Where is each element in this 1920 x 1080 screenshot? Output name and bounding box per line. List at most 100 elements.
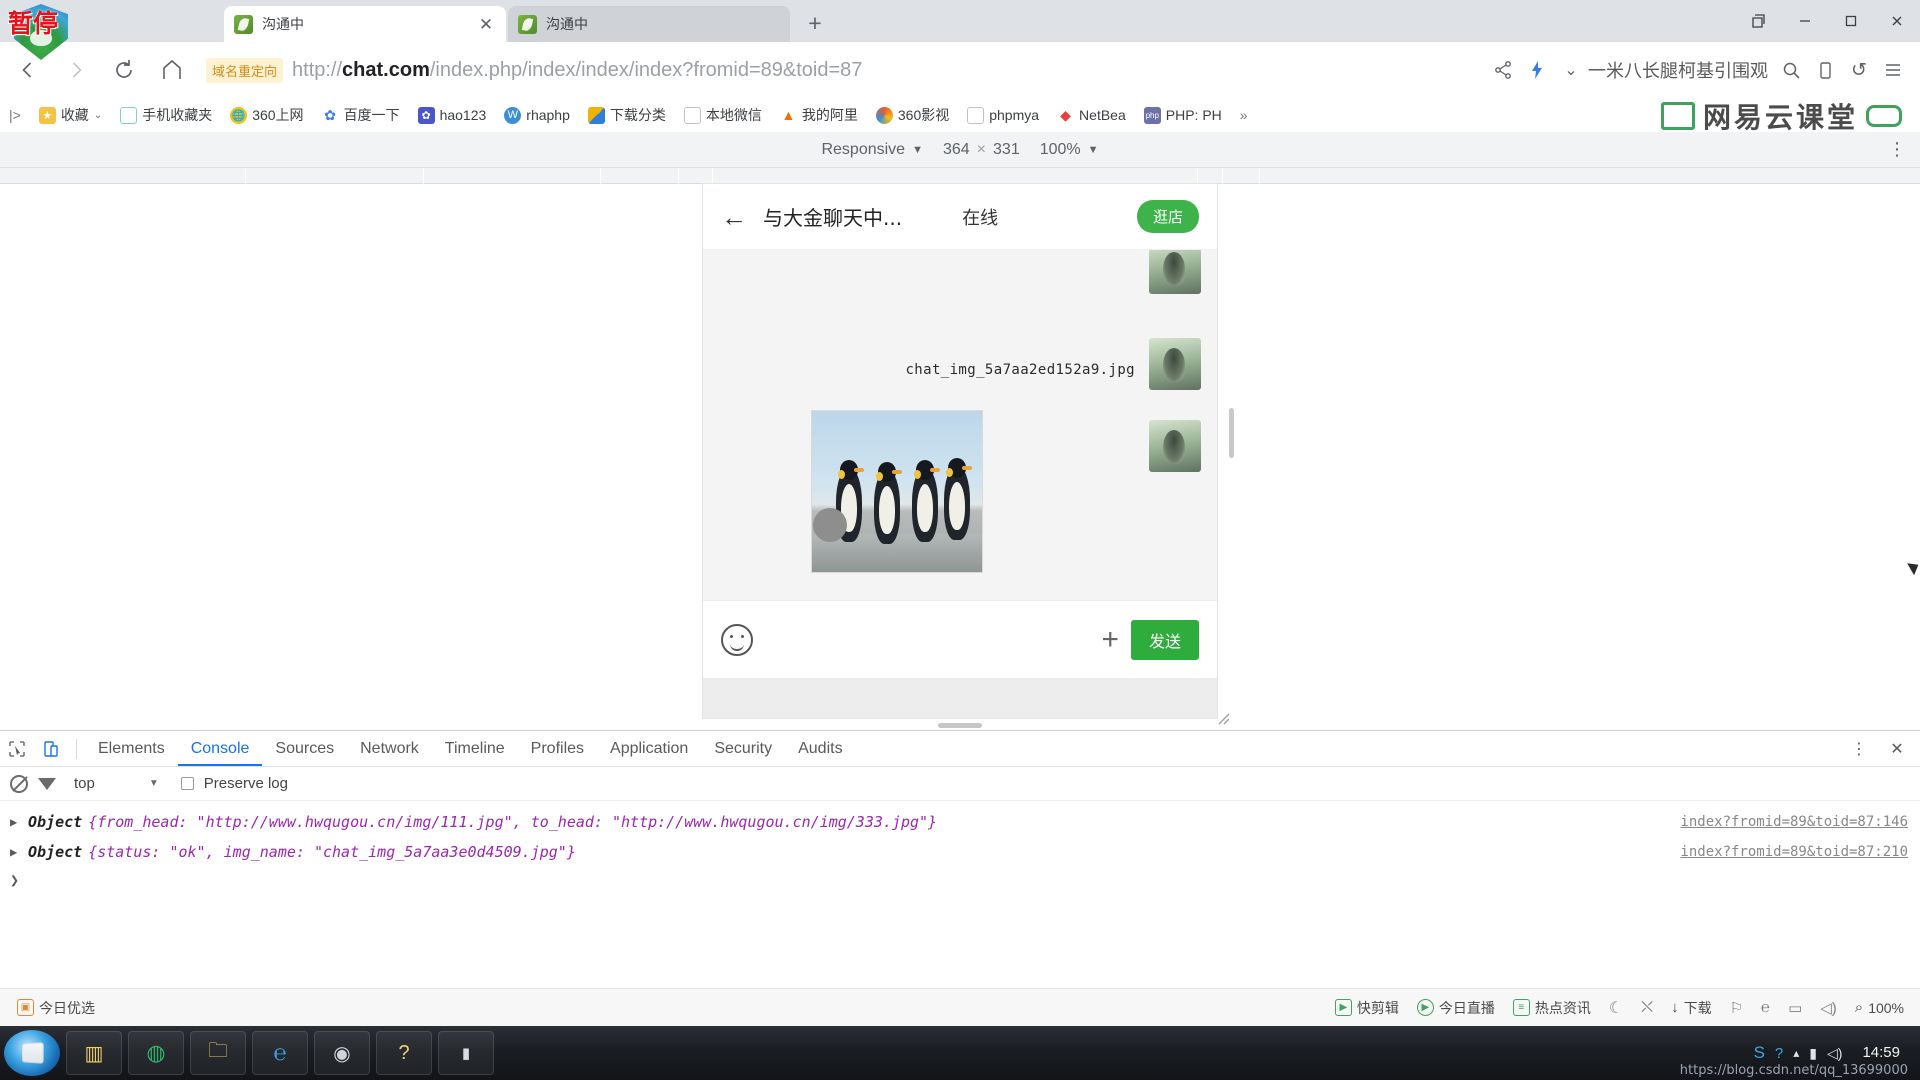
- message-image[interactable]: [811, 410, 983, 573]
- bookmark-item-download-category[interactable]: 下载分类: [579, 100, 675, 130]
- taskbar-app-console[interactable]: ▮: [438, 1031, 494, 1075]
- tab-audits[interactable]: Audits: [785, 731, 855, 766]
- tab-inactive[interactable]: 沟通中: [508, 6, 790, 42]
- disclosure-triangle-icon[interactable]: ▶: [10, 845, 28, 859]
- status-item-sound[interactable]: ◁): [1811, 999, 1846, 1017]
- status-item-zoom[interactable]: ⌕ 100%: [1846, 999, 1920, 1016]
- menu-icon[interactable]: [1876, 53, 1910, 87]
- status-item-gesture[interactable]: ℮: [1752, 999, 1779, 1016]
- restore-down-icon[interactable]: [1736, 0, 1782, 42]
- device-selector[interactable]: Responsive ▼: [821, 141, 923, 159]
- status-item-live[interactable]: ▶ 今日直播: [1408, 998, 1504, 1018]
- tab-profiles[interactable]: Profiles: [518, 731, 597, 766]
- bookmark-item-360video[interactable]: 360影视: [867, 100, 958, 130]
- bookmark-item-phpmyadmin[interactable]: phpmya: [958, 100, 1048, 130]
- device-toggle-icon[interactable]: [34, 732, 68, 766]
- filter-icon[interactable]: [38, 777, 56, 790]
- viewport-resize-handle-corner[interactable]: [1215, 710, 1231, 726]
- chevron-down-icon[interactable]: ▼: [149, 778, 159, 789]
- tab-application[interactable]: Application: [597, 731, 701, 766]
- log-source-link[interactable]: index?fromid=89&toid=87:146: [1680, 814, 1908, 830]
- smiley-icon[interactable]: [721, 623, 753, 656]
- status-item-download[interactable]: ↓ 下载: [1662, 998, 1721, 1018]
- maximize-button[interactable]: [1828, 0, 1874, 42]
- devtools-more-icon[interactable]: ⋮: [1842, 732, 1876, 766]
- device-toolbar-menu-icon[interactable]: ⋮: [1888, 139, 1906, 160]
- inspect-element-icon[interactable]: [0, 732, 34, 766]
- status-item-news[interactable]: ≡ 热点资讯: [1504, 998, 1600, 1018]
- lightning-icon[interactable]: [1520, 53, 1554, 87]
- bookmark-item-hao123[interactable]: ✿ hao123: [409, 100, 496, 130]
- taskbar-app-folder[interactable]: 🗀: [190, 1031, 246, 1075]
- search-icon[interactable]: [1774, 53, 1808, 87]
- taskbar-app-360[interactable]: ◍: [128, 1031, 184, 1075]
- bookmark-item-baidu[interactable]: ✿ 百度一下: [313, 100, 409, 130]
- taskbar-app-rm[interactable]: ▥: [66, 1031, 122, 1075]
- console-log-row[interactable]: ▶ Object {from_head: "http://www.hwqugou…: [0, 807, 1920, 837]
- status-item-clip[interactable]: ▶ 快剪辑: [1326, 998, 1408, 1018]
- visit-shop-button[interactable]: 逛店: [1136, 200, 1199, 233]
- taskbar-clock[interactable]: 14:59: [1852, 1044, 1910, 1061]
- close-window-button[interactable]: [1874, 0, 1920, 42]
- mobile-view-icon[interactable]: [1808, 53, 1842, 87]
- log-source-link[interactable]: index?fromid=89&toid=87:210: [1680, 844, 1908, 860]
- viewport-scrollbar[interactable]: [1229, 408, 1234, 458]
- minimize-button[interactable]: [1782, 0, 1828, 42]
- tab-close-icon[interactable]: ✕: [476, 14, 496, 34]
- preserve-log-checkbox[interactable]: [180, 777, 194, 790]
- help-circle-icon[interactable]: ?: [1775, 1045, 1783, 1062]
- bookmark-item-mobile-favorites[interactable]: 手机收藏夹: [111, 100, 221, 130]
- bookmark-item-netbeans[interactable]: ◆ NetBea: [1048, 100, 1135, 130]
- reload-button[interactable]: [104, 50, 144, 90]
- bookmark-item-rhaphp[interactable]: W rhaphp: [495, 100, 579, 130]
- home-button[interactable]: [152, 50, 192, 90]
- status-item-flag[interactable]: ⚐: [1721, 999, 1752, 1017]
- tab-active[interactable]: 沟通中 ✕: [224, 6, 506, 42]
- send-button[interactable]: 发送: [1130, 619, 1199, 660]
- volume-icon[interactable]: ◁): [1827, 1045, 1842, 1062]
- bookmark-item-favorites[interactable]: ★ 收藏 ⌄: [30, 100, 111, 130]
- back-arrow-icon[interactable]: ←: [721, 204, 747, 230]
- viewport-width-input[interactable]: 364: [943, 141, 970, 159]
- tab-timeline[interactable]: Timeline: [432, 731, 518, 766]
- tab-elements[interactable]: Elements: [85, 731, 178, 766]
- viewport-height-input[interactable]: 331: [993, 141, 1020, 159]
- bookmark-item-php[interactable]: php PHP: PH: [1135, 100, 1231, 130]
- bookmark-item-360[interactable]: 🌐 360上网: [221, 100, 312, 130]
- console-context-label[interactable]: top: [74, 775, 95, 792]
- taskbar-app-help[interactable]: ?: [376, 1031, 432, 1075]
- clear-console-icon[interactable]: [10, 774, 28, 793]
- caret-up-icon[interactable]: ▴: [1793, 1046, 1799, 1060]
- search-suggestion-text[interactable]: 一米八长腿柯基引围观: [1588, 57, 1774, 83]
- taskbar-app-obs[interactable]: ◉: [314, 1031, 370, 1075]
- undo-icon[interactable]: ↺: [1842, 53, 1876, 87]
- sogou-icon[interactable]: S: [1754, 1043, 1765, 1063]
- bookmark-item-my-ali[interactable]: ▲ 我的阿里: [771, 100, 867, 130]
- network-icon[interactable]: ▮: [1809, 1045, 1817, 1062]
- console-log-row[interactable]: ▶ Object {status: "ok", img_name: "chat_…: [0, 837, 1920, 867]
- status-item-mute[interactable]: ⛌: [1632, 999, 1662, 1017]
- devtools-close-icon[interactable]: ✕: [1880, 732, 1914, 766]
- tab-security[interactable]: Security: [701, 731, 785, 766]
- status-item-window[interactable]: ▭: [1779, 999, 1811, 1017]
- new-tab-button[interactable]: +: [798, 6, 832, 40]
- disclosure-triangle-icon[interactable]: ▶: [10, 815, 28, 829]
- bookmark-overflow-button[interactable]: »: [1231, 100, 1257, 130]
- viewport-resize-handle-bottom[interactable]: [938, 723, 982, 728]
- chevron-down-icon[interactable]: ⌄: [1554, 53, 1588, 87]
- tab-sources[interactable]: Sources: [262, 731, 347, 766]
- chevron-down-icon[interactable]: ⌄: [94, 110, 102, 121]
- start-button[interactable]: [4, 1030, 60, 1076]
- bookmark-expand-button[interactable]: |>: [0, 100, 30, 130]
- zoom-selector[interactable]: 100% ▼: [1040, 141, 1099, 159]
- share-icon[interactable]: [1486, 53, 1520, 87]
- add-attachment-button[interactable]: +: [1101, 624, 1119, 655]
- message-list[interactable]: chat_img_5a7aa2ed152a9.jpg: [703, 250, 1217, 600]
- address-bar[interactable]: 域名重定向 http://chat.com/index.php/index/in…: [206, 53, 1474, 87]
- tab-network[interactable]: Network: [347, 731, 432, 766]
- status-item-today-picks[interactable]: ▣ 今日优选: [8, 998, 104, 1018]
- console-prompt[interactable]: ❯: [0, 867, 1920, 893]
- bookmark-item-local-wechat[interactable]: 本地微信: [675, 100, 771, 130]
- tab-console[interactable]: Console: [178, 731, 263, 766]
- taskbar-app-ie[interactable]: ℮: [252, 1031, 308, 1075]
